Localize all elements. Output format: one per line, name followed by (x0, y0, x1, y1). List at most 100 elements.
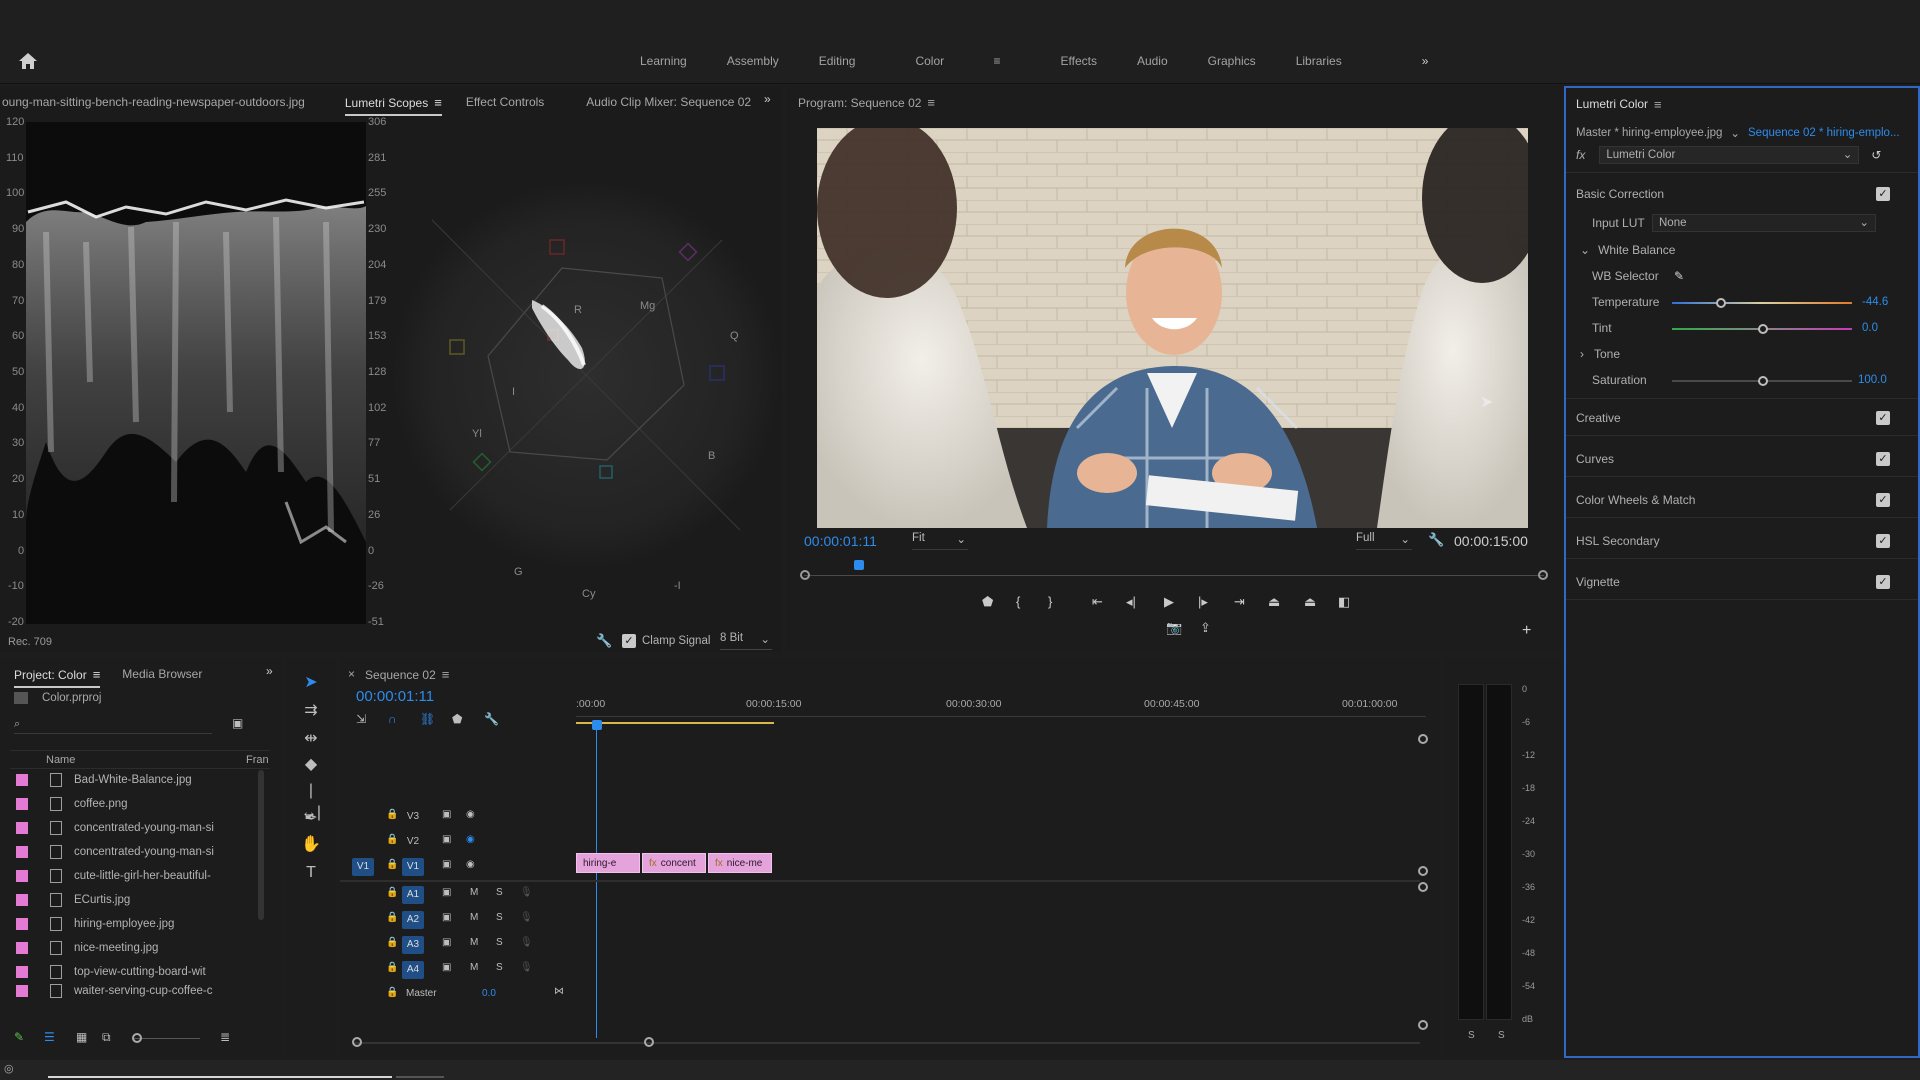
lock-icon[interactable]: 🔒 (386, 859, 398, 870)
clamp-signal-checkbox[interactable]: ✓ (622, 634, 636, 648)
linked-selection-icon[interactable]: ⛓ (420, 712, 435, 726)
track-label[interactable]: V3 (402, 808, 424, 826)
label-swatch[interactable] (16, 918, 28, 930)
sort-icon[interactable]: ≣ (220, 1030, 230, 1044)
lift-icon[interactable]: ⏏ (1268, 594, 1280, 610)
lock-icon[interactable]: 🔒 (386, 887, 398, 898)
hsl-secondary-checkbox[interactable]: ✓ (1876, 534, 1890, 548)
home-icon[interactable] (18, 52, 38, 72)
tab-media-browser[interactable]: Media Browser (122, 659, 202, 689)
close-icon[interactable]: × (348, 667, 355, 681)
white-balance-toggle[interactable]: ⌄ White Balance (1580, 239, 1906, 261)
quality-dropdown[interactable]: Full ⌄ (1356, 532, 1412, 550)
export-frame-icon[interactable]: 📷 (1166, 620, 1182, 636)
workspace-overflow-icon[interactable]: » (1362, 54, 1449, 68)
project-item[interactable]: Bad-White-Balance.jpg (16, 768, 266, 792)
solo-right-button[interactable]: S (1498, 1030, 1505, 1041)
project-item[interactable]: nice-meeting.jpg (16, 936, 266, 960)
temperature-knob[interactable] (1716, 298, 1726, 308)
track-label[interactable]: A2 (402, 911, 424, 929)
wrench-icon[interactable]: 🔧 (1428, 532, 1444, 548)
vignette-checkbox[interactable]: ✓ (1876, 575, 1890, 589)
saturation-value[interactable]: 100.0 (1858, 374, 1887, 386)
video-zoom-handle-bottom[interactable] (1418, 866, 1428, 876)
share-icon[interactable]: ⇪ (1200, 620, 1211, 636)
menu-icon[interactable]: ≡ (434, 95, 442, 110)
panel-overflow-icon[interactable]: » (266, 664, 273, 678)
sync-lock-icon[interactable]: ▣ (442, 962, 451, 973)
project-item[interactable]: hiring-employee.jpg (16, 912, 266, 936)
workspace-libraries[interactable]: Libraries (1276, 54, 1362, 68)
snap-icon[interactable]: ∩ (388, 712, 397, 726)
mute-button[interactable]: M (470, 937, 478, 948)
source-patch-v1[interactable]: V1 (352, 858, 374, 876)
zoom-slider[interactable] (134, 1038, 200, 1039)
fit-dropdown[interactable]: Fit ⌄ (912, 532, 968, 550)
project-scrollbar[interactable] (258, 770, 264, 920)
sequence-clip-tab[interactable]: Sequence 02 * hiring-emplo... (1748, 127, 1900, 139)
lock-icon[interactable]: 🔒 (386, 912, 398, 923)
workspace-assembly[interactable]: Assembly (707, 54, 799, 68)
label-swatch[interactable] (16, 774, 28, 786)
program-video-frame[interactable] (817, 128, 1528, 528)
in-handle[interactable] (800, 570, 810, 580)
column-header-frame[interactable]: Fran (246, 754, 269, 766)
selection-tool-icon[interactable]: ➤ (300, 672, 322, 694)
eye-icon[interactable]: ◉ (466, 809, 475, 820)
track-label[interactable]: V2 (402, 833, 424, 851)
lock-icon[interactable]: 🔒 (386, 987, 398, 998)
tab-sequence[interactable]: Sequence 02 ≡ (365, 659, 449, 690)
workspace-learning[interactable]: Learning (620, 54, 707, 68)
workspace-audio[interactable]: Audio (1117, 54, 1188, 68)
menu-icon[interactable]: ≡ (1654, 97, 1662, 112)
master-volume-value[interactable]: 0.0 (482, 988, 496, 999)
project-item[interactable]: top-view-cutting-board-wit (16, 960, 266, 984)
workspace-color[interactable]: Color ≡ (875, 54, 1040, 68)
column-header-name[interactable]: Name (46, 754, 75, 766)
label-swatch[interactable] (16, 798, 28, 810)
saturation-slider[interactable] (1672, 376, 1852, 386)
section-vignette[interactable]: Vignette ✓ (1576, 571, 1906, 593)
label-swatch[interactable] (16, 822, 28, 834)
tint-slider[interactable] (1672, 324, 1852, 334)
project-item[interactable]: waiter-serving-cup-coffee-c (16, 984, 266, 998)
solo-button[interactable]: S (496, 912, 503, 923)
curves-checkbox[interactable]: ✓ (1876, 452, 1890, 466)
audio-zoom-handle-top[interactable] (1418, 882, 1428, 892)
project-search-input[interactable]: ⌕ (14, 716, 212, 734)
section-curves[interactable]: Curves ✓ (1576, 448, 1906, 470)
solo-button[interactable]: S (496, 887, 503, 898)
program-playhead[interactable] (854, 560, 864, 570)
track-label[interactable]: A1 (402, 886, 424, 904)
label-swatch[interactable] (16, 846, 28, 858)
solo-button[interactable]: S (496, 937, 503, 948)
tab-project[interactable]: Project: Color ≡ (14, 659, 101, 690)
workspace-graphics[interactable]: Graphics (1188, 54, 1276, 68)
list-view-icon[interactable]: ☰ (44, 1030, 55, 1044)
project-item[interactable]: ECurtis.jpg (16, 888, 266, 912)
step-back-icon[interactable]: ◂| (1126, 594, 1136, 610)
eye-hidden-icon[interactable]: ◉ (466, 834, 475, 845)
color-wheels-checkbox[interactable]: ✓ (1876, 493, 1890, 507)
input-lut-dropdown[interactable]: None ⌄ (1652, 214, 1876, 232)
tone-toggle[interactable]: › Tone (1580, 343, 1906, 365)
video-zoom-handle-top[interactable] (1418, 734, 1428, 744)
label-swatch[interactable] (16, 870, 28, 882)
ripple-edit-tool-icon[interactable]: ⇹ (300, 728, 322, 750)
hand-tool-icon[interactable]: ✋ (300, 834, 322, 856)
play-icon[interactable]: ▶ (1164, 594, 1174, 610)
menu-icon[interactable]: ≡ (442, 667, 450, 682)
scroll-handle-left[interactable] (352, 1037, 362, 1047)
eyedropper-icon[interactable]: ✎ (1674, 269, 1684, 283)
add-button-icon[interactable]: + (1522, 622, 1531, 640)
basic-correction-checkbox[interactable]: ✓ (1876, 187, 1890, 201)
add-marker-icon[interactable]: ⬟ (982, 594, 993, 610)
nest-icon[interactable]: ⇲ (356, 712, 366, 726)
bit-depth-dropdown[interactable]: 8 Bit ⌄ (720, 632, 772, 650)
mark-out-icon[interactable]: } (1048, 594, 1052, 609)
lock-icon[interactable]: 🔒 (386, 809, 398, 820)
out-handle[interactable] (1538, 570, 1548, 580)
program-playhead-timecode[interactable]: 00:00:01:11 (804, 533, 877, 549)
razor-tool-icon[interactable]: ◆ (300, 754, 322, 776)
sync-lock-icon[interactable]: ▣ (442, 834, 451, 845)
